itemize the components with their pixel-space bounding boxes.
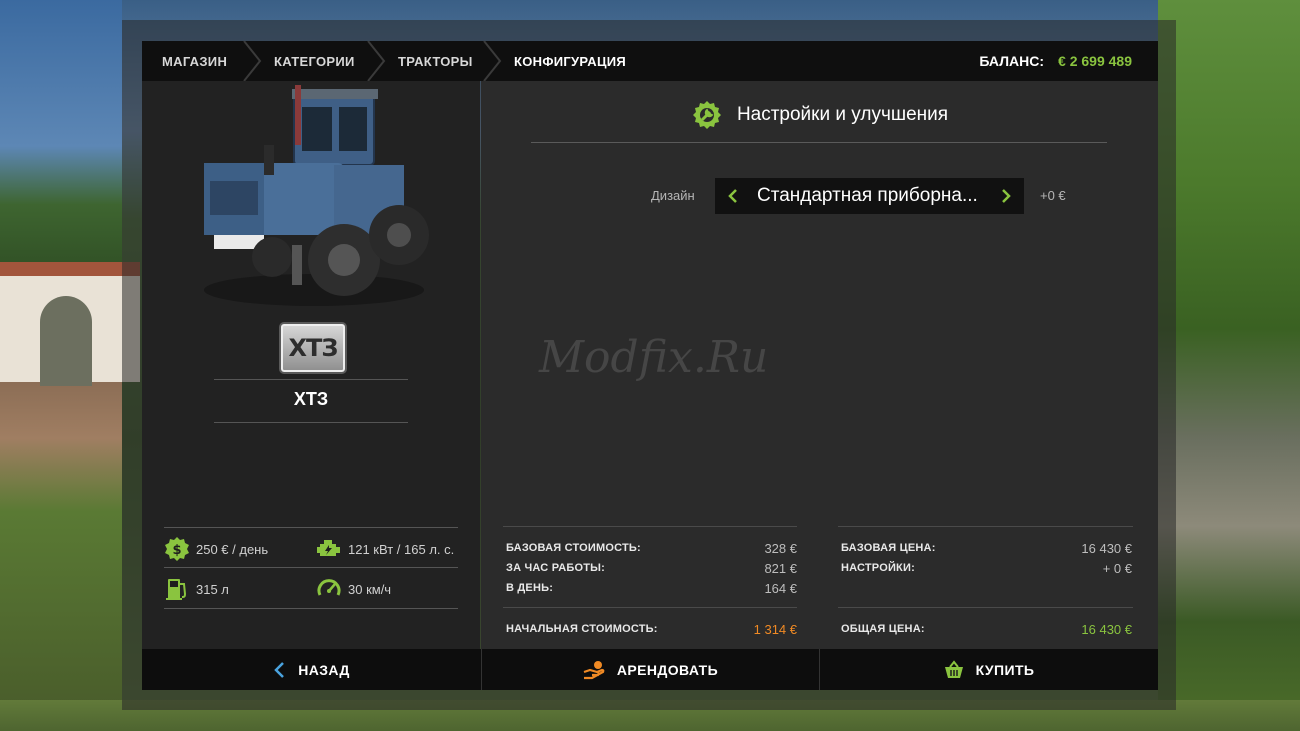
action-bar: НАЗАД АРЕНДОВАТЬ КУПИТЬ bbox=[142, 649, 1158, 690]
breadcrumb-separator bbox=[366, 41, 386, 81]
settings-title: Настройки и улучшения bbox=[736, 104, 949, 125]
rent-button-label: АРЕНДОВАТЬ bbox=[616, 661, 719, 678]
breadcrumb-separator bbox=[482, 41, 502, 81]
cost-per-day-value: 164 € bbox=[764, 581, 797, 596]
settings-header: Настройки и улучшения bbox=[481, 99, 1158, 131]
configuration-panel: Настройки и улучшения Дизайн Стандартная… bbox=[481, 81, 1158, 649]
chevron-left-icon bbox=[728, 189, 737, 203]
brand-logo-text: ХТЗ bbox=[288, 334, 339, 362]
price-base-label: БАЗОВАЯ ЦЕНА: bbox=[841, 542, 936, 554]
balance-display: БАЛАНС: € 2 699 489 bbox=[979, 41, 1132, 81]
price-base-value: 16 430 € bbox=[1081, 541, 1132, 556]
engine-icon bbox=[317, 540, 340, 556]
config-price: +0 € bbox=[1040, 188, 1066, 203]
divider bbox=[838, 607, 1133, 608]
divider bbox=[164, 567, 458, 568]
speedometer-icon bbox=[317, 579, 341, 596]
divider bbox=[214, 422, 408, 423]
total-price-value: 16 430 € bbox=[1081, 622, 1132, 637]
total-price-label: ОБЩАЯ ЦЕНА: bbox=[841, 623, 925, 635]
chevron-right-icon bbox=[1002, 189, 1011, 203]
chevron-left-icon bbox=[274, 661, 285, 678]
hand-coin-icon bbox=[583, 660, 605, 679]
background-scenery-right bbox=[1158, 0, 1300, 731]
basket-icon bbox=[944, 659, 963, 678]
cost-per-hour-label: ЗА ЧАС РАБОТЫ: bbox=[506, 562, 606, 574]
spec-speed: 30 км/ч bbox=[316, 576, 391, 602]
divider bbox=[503, 607, 797, 608]
breadcrumb-shop[interactable]: МАГАЗИН bbox=[162, 41, 227, 81]
money-icon: $ bbox=[165, 537, 189, 561]
breadcrumb: МАГАЗИН КАТЕГОРИИ ТРАКТОРЫ КОНФИГУРАЦИЯ … bbox=[142, 41, 1158, 81]
background-house bbox=[0, 262, 140, 386]
spec-fuel-value: 315 л bbox=[196, 581, 229, 597]
config-next-button[interactable] bbox=[988, 178, 1024, 214]
spec-speed-value: 30 км/ч bbox=[348, 581, 392, 597]
spec-fuel: 315 л bbox=[164, 576, 229, 602]
spec-power: 121 кВт / 165 л. с. bbox=[316, 536, 454, 562]
breadcrumb-configuration: КОНФИГУРАЦИЯ bbox=[514, 53, 627, 69]
breadcrumb-categories[interactable]: КАТЕГОРИИ bbox=[274, 41, 355, 81]
wrench-gear-icon bbox=[692, 101, 721, 129]
config-prev-button[interactable] bbox=[715, 178, 751, 214]
buy-button[interactable]: КУПИТЬ bbox=[819, 649, 1158, 690]
svg-text:$: $ bbox=[172, 543, 181, 558]
buy-button-label: КУПИТЬ bbox=[975, 661, 1035, 678]
divider bbox=[164, 608, 458, 609]
cost-per-day-label: В ДЕНЬ: bbox=[506, 582, 554, 594]
cost-base-value: 328 € bbox=[764, 541, 797, 556]
tractor-image bbox=[204, 85, 429, 306]
balance-value: € 2 699 489 bbox=[1058, 53, 1132, 69]
back-button-label: НАЗАД bbox=[298, 661, 350, 678]
initial-cost-value: 1 314 € bbox=[753, 622, 797, 637]
initial-cost-label: НАЧАЛЬНАЯ СТОИМОСТЬ: bbox=[506, 623, 658, 635]
brand-logo: ХТЗ bbox=[279, 322, 347, 374]
back-button[interactable]: НАЗАД bbox=[142, 649, 480, 690]
spec-rent-per-day-value: 250 € / день bbox=[196, 541, 269, 557]
divider bbox=[503, 526, 797, 527]
divider bbox=[214, 379, 408, 380]
config-label: Дизайн bbox=[651, 188, 695, 203]
divider bbox=[838, 526, 1133, 527]
price-settings-value: + 0 € bbox=[1102, 561, 1132, 576]
breadcrumb-separator bbox=[242, 41, 262, 81]
vehicle-panel: ХТЗ ХТЗ $ 250 € / день 121 кВт / 165 л. … bbox=[142, 81, 480, 649]
divider bbox=[164, 527, 458, 528]
config-row-design: Дизайн Стандартная приборна... +0 € bbox=[481, 178, 1158, 214]
divider bbox=[531, 142, 1107, 143]
cost-per-hour-value: 821 € bbox=[764, 561, 797, 576]
fuel-pump-icon bbox=[166, 579, 187, 600]
price-settings-label: НАСТРОЙКИ: bbox=[841, 562, 915, 574]
config-value: Стандартная приборна... bbox=[757, 185, 978, 206]
breadcrumb-tractors[interactable]: ТРАКТОРЫ bbox=[398, 41, 473, 81]
vehicle-name: ХТЗ bbox=[293, 389, 329, 409]
config-selector[interactable]: Стандартная приборна... bbox=[715, 178, 1024, 214]
spec-rent-per-day: $ 250 € / день bbox=[164, 536, 268, 562]
balance-label: БАЛАНС: bbox=[979, 53, 1045, 69]
spec-power-value: 121 кВт / 165 л. с. bbox=[348, 541, 455, 557]
watermark: Modfix.Ru bbox=[539, 332, 769, 383]
rent-button[interactable]: АРЕНДОВАТЬ bbox=[481, 649, 819, 690]
cost-base-label: БАЗОВАЯ СТОИМОСТЬ: bbox=[506, 542, 641, 554]
